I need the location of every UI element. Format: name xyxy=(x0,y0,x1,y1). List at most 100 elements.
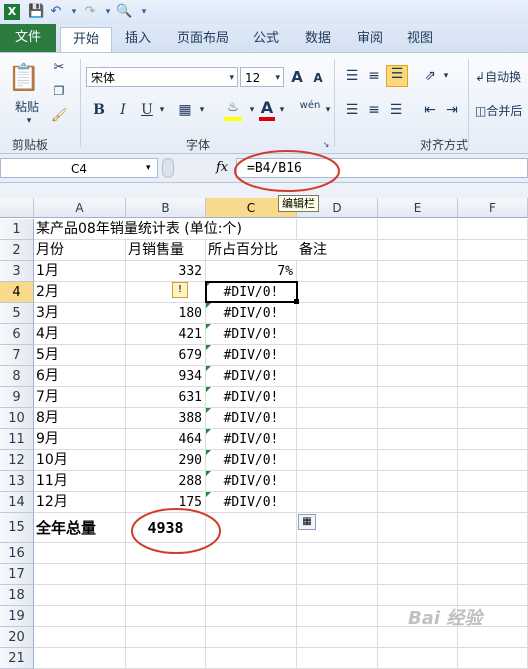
underline-dropdown-icon[interactable]: ▾ xyxy=(156,104,168,116)
cell-f3[interactable] xyxy=(458,261,528,282)
cell-c13[interactable]: #DIV/0! xyxy=(206,471,297,492)
cell-b17[interactable] xyxy=(126,564,206,585)
cell-f18[interactable] xyxy=(458,585,528,606)
cell-e12[interactable] xyxy=(378,450,458,471)
tab-view[interactable]: 视图 xyxy=(398,27,442,51)
cell-c18[interactable] xyxy=(206,585,297,606)
cell-b14[interactable]: 175 xyxy=(126,492,206,513)
cell-f15[interactable] xyxy=(458,513,528,543)
formula-bar-splitter[interactable] xyxy=(162,158,174,178)
cell-a21[interactable] xyxy=(34,648,126,669)
save-icon[interactable]: 💾 xyxy=(28,4,44,20)
cell-d5[interactable] xyxy=(297,303,378,324)
cell-a3[interactable]: 1月 xyxy=(34,261,126,282)
cell-d11[interactable] xyxy=(297,429,378,450)
align-bottom-icon[interactable]: ☰ xyxy=(386,65,408,87)
cell-a16[interactable] xyxy=(34,543,126,564)
cell-f14[interactable] xyxy=(458,492,528,513)
fill-handle[interactable] xyxy=(294,299,299,304)
redo-icon[interactable]: ↷ xyxy=(82,4,98,20)
row-header-19[interactable]: 19 xyxy=(0,606,34,627)
row-header-3[interactable]: 3 xyxy=(0,261,34,282)
cell-e11[interactable] xyxy=(378,429,458,450)
cell-b8[interactable]: 934 xyxy=(126,366,206,387)
cell-c1[interactable] xyxy=(206,219,297,240)
row-header-6[interactable]: 6 xyxy=(0,324,34,345)
cell-f10[interactable] xyxy=(458,408,528,429)
cell-f7[interactable] xyxy=(458,345,528,366)
cell-f17[interactable] xyxy=(458,564,528,585)
row-header-5[interactable]: 5 xyxy=(0,303,34,324)
cell-f2[interactable] xyxy=(458,240,528,261)
tab-file[interactable]: 文件 xyxy=(0,24,56,52)
row-header-13[interactable]: 13 xyxy=(0,471,34,492)
cell-a18[interactable] xyxy=(34,585,126,606)
cell-b20[interactable] xyxy=(126,627,206,648)
cell-d8[interactable] xyxy=(297,366,378,387)
cell-f8[interactable] xyxy=(458,366,528,387)
cell-a8[interactable]: 6月 xyxy=(34,366,126,387)
cell-c6[interactable]: #DIV/0! xyxy=(206,324,297,345)
cell-b11[interactable]: 464 xyxy=(126,429,206,450)
align-right-icon[interactable]: ☰ xyxy=(386,101,406,119)
column-header-e[interactable]: E xyxy=(378,198,458,218)
cell-b9[interactable]: 631 xyxy=(126,387,206,408)
cell-c2[interactable]: 所占百分比 xyxy=(206,240,297,261)
cell-a5[interactable]: 3月 xyxy=(34,303,126,324)
print-preview-icon[interactable]: 🔍 xyxy=(116,4,132,20)
cell-c15[interactable] xyxy=(206,513,297,543)
cell-f20[interactable] xyxy=(458,627,528,648)
cell-d2[interactable]: 备注 xyxy=(297,240,378,261)
cell-b6[interactable]: 421 xyxy=(126,324,206,345)
cell-c20[interactable] xyxy=(206,627,297,648)
cell-a6[interactable]: 4月 xyxy=(34,324,126,345)
phonetic-dropdown-icon[interactable]: ▾ xyxy=(322,104,334,116)
select-all-corner[interactable] xyxy=(0,198,34,218)
name-box-dropdown-icon[interactable]: ▾ xyxy=(146,158,151,178)
row-header-4[interactable]: 4 xyxy=(0,282,34,303)
row-header-16[interactable]: 16 xyxy=(0,543,34,564)
cell-e3[interactable] xyxy=(378,261,458,282)
row-header-7[interactable]: 7 xyxy=(0,345,34,366)
cell-d20[interactable] xyxy=(297,627,378,648)
cell-e18[interactable] xyxy=(378,585,458,606)
cell-e8[interactable] xyxy=(378,366,458,387)
cell-e13[interactable] xyxy=(378,471,458,492)
redo-dropdown-icon[interactable]: ▾ xyxy=(100,4,116,20)
column-header-f[interactable]: F xyxy=(458,198,528,218)
cell-b5[interactable]: 180 xyxy=(126,303,206,324)
cut-icon[interactable]: ✂ xyxy=(50,59,68,77)
cell-c17[interactable] xyxy=(206,564,297,585)
cell-a2[interactable]: 月份 xyxy=(34,240,126,261)
tab-page-layout[interactable]: 页面布局 xyxy=(170,27,236,51)
cell-c19[interactable] xyxy=(206,606,297,627)
cell-e4[interactable] xyxy=(378,282,458,303)
cell-b7[interactable]: 679 xyxy=(126,345,206,366)
cell-d21[interactable] xyxy=(297,648,378,669)
align-left-icon[interactable]: ☰ xyxy=(342,101,362,119)
cell-f16[interactable] xyxy=(458,543,528,564)
tab-review[interactable]: 审阅 xyxy=(348,27,392,51)
merge-center-button[interactable]: ◫合并后 xyxy=(474,101,528,120)
tab-data[interactable]: 数据 xyxy=(296,27,340,51)
cell-c11[interactable]: #DIV/0! xyxy=(206,429,297,450)
cell-b1[interactable] xyxy=(126,219,206,240)
font-color-dropdown-icon[interactable]: ▾ xyxy=(276,104,288,116)
cell-d14[interactable] xyxy=(297,492,378,513)
cell-d6[interactable] xyxy=(297,324,378,345)
cell-c3[interactable]: 7% xyxy=(206,261,297,282)
tab-formulas[interactable]: 公式 xyxy=(244,27,288,51)
name-box[interactable]: C4 xyxy=(0,158,158,178)
row-header-15[interactable]: 15 xyxy=(0,513,34,543)
cell-b12[interactable]: 290 xyxy=(126,450,206,471)
cell-e17[interactable] xyxy=(378,564,458,585)
cell-e21[interactable] xyxy=(378,648,458,669)
shrink-font-button[interactable]: A xyxy=(310,70,326,86)
insert-function-button[interactable]: fx xyxy=(216,158,228,178)
phonetic-guide-button[interactable]: wén xyxy=(296,99,324,112)
cell-a14[interactable]: 12月 xyxy=(34,492,126,513)
cell-b15[interactable]: 4938 xyxy=(126,513,206,543)
cell-a10[interactable]: 8月 xyxy=(34,408,126,429)
cell-d18[interactable] xyxy=(297,585,378,606)
row-header-8[interactable]: 8 xyxy=(0,366,34,387)
